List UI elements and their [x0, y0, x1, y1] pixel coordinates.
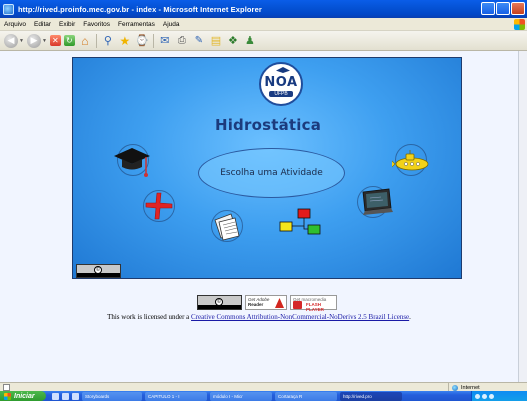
taskbar-button-label: CAPITULO 1 - I — [148, 393, 180, 399]
vertical-scrollbar[interactable] — [518, 51, 527, 382]
history-button[interactable]: ⌚ — [135, 34, 149, 48]
taskbar-button[interactable]: Storyboards — [82, 391, 142, 401]
menu-editar[interactable]: Editar — [30, 21, 55, 28]
edit-button[interactable]: ✎ — [192, 34, 206, 48]
favorites-button[interactable]: ★ — [118, 34, 132, 48]
menu-exibir[interactable]: Exibir — [55, 21, 79, 28]
cc-badge-strip — [77, 273, 120, 277]
choose-activity-label: Escolha uma Atividade — [220, 168, 323, 178]
logo-text: NOA — [264, 75, 298, 90]
print-button[interactable]: ⎙ — [175, 34, 189, 48]
laptop-activity-button[interactable] — [357, 186, 393, 218]
forward-dropdown-icon[interactable]: ▼ — [42, 38, 47, 44]
toolbar-separator — [95, 33, 97, 48]
creative-commons-badge[interactable]: © — [197, 295, 242, 310]
red-cross-activity-button[interactable] — [143, 190, 175, 222]
license-notice: This work is licensed under a Creative C… — [0, 313, 518, 321]
creative-commons-badge-small[interactable]: © — [76, 264, 121, 278]
diagram-activity-button[interactable] — [279, 206, 321, 238]
toolbar: ◀ ▼ ▶ ▼ ✕ ↻ ⌂ ⚲ ★ ⌚ ✉ ⎙ ✎ ▤ ❖ ♟ — [0, 31, 527, 51]
red-cross-icon — [145, 192, 173, 220]
stop-button[interactable]: ✕ — [49, 35, 61, 46]
flash-activity-stage[interactable]: NOA UFPB Hidrostática Escolha uma Ativid… — [72, 57, 462, 279]
taskbar-button-label: módulo I - Micr — [213, 393, 243, 399]
back-button[interactable]: ◀ — [4, 33, 18, 48]
windows-logo-icon — [514, 19, 525, 30]
diagram-blocks-icon — [279, 208, 321, 235]
taskbar-button[interactable]: módulo I - Micr — [210, 391, 272, 401]
messenger-button[interactable]: ♟ — [243, 34, 257, 48]
license-prefix: This work is licensed under a — [107, 313, 192, 321]
graduation-cap-logo-icon — [276, 67, 290, 73]
quick-launch-icon[interactable] — [72, 392, 79, 400]
documents-icon — [214, 213, 240, 241]
documents-activity-button[interactable] — [211, 210, 243, 242]
back-dropdown-icon[interactable]: ▼ — [19, 38, 24, 44]
internet-explorer-icon — [3, 3, 14, 15]
taskbar: Iniciar Storyboards CAPITULO 1 - I módul… — [0, 391, 527, 401]
zone-label: Internet — [461, 384, 480, 391]
tray-icon[interactable] — [489, 393, 494, 399]
tray-icon[interactable] — [482, 393, 487, 399]
research-button[interactable]: ❖ — [226, 34, 240, 48]
forward-button[interactable]: ▶ — [26, 33, 41, 48]
windows-flag-icon — [4, 392, 11, 400]
globe-icon — [452, 384, 458, 391]
graduation-cap-icon — [114, 148, 150, 177]
graduation-cap-activity-button[interactable] — [114, 144, 150, 177]
subject-title: Hidrostática — [214, 116, 322, 134]
menu-ajuda[interactable]: Ajuda — [159, 21, 184, 28]
choose-activity-prompt: Escolha uma Atividade — [198, 148, 345, 198]
toolbar-separator — [152, 33, 154, 48]
taskbar-button-label: http://rived.pro — [343, 393, 372, 399]
flash-logo-icon — [293, 301, 302, 309]
menu-ferramentas[interactable]: Ferramentas — [114, 21, 159, 28]
quick-launch-icon[interactable] — [62, 392, 69, 400]
submarine-icon — [392, 150, 429, 171]
page-content: NOA UFPB Hidrostática Escolha uma Ativid… — [0, 51, 518, 382]
taskbar-button-active[interactable]: http://rived.pro — [340, 391, 402, 401]
menu-arquivo[interactable]: Arquivo — [0, 21, 30, 28]
menu-favoritos[interactable]: Favoritos — [79, 21, 114, 28]
start-button[interactable]: Iniciar — [0, 391, 46, 401]
maximize-button[interactable] — [496, 2, 510, 15]
submarine-activity-button[interactable] — [392, 144, 429, 176]
refresh-button[interactable]: ↻ — [63, 35, 75, 46]
taskbar-button-label: Cortaraça R — [278, 393, 303, 399]
status-bar: Internet — [0, 382, 527, 392]
laptop-icon — [362, 188, 393, 215]
license-link[interactable]: Creative Commons Attribution-NonCommerci… — [191, 313, 409, 321]
cc-badge-strip — [198, 305, 241, 309]
system-tray — [471, 391, 527, 401]
logo-subtext: UFPB — [269, 91, 293, 97]
search-button[interactable]: ⚲ — [101, 34, 115, 48]
title-bar: http://rived.proinfo.mec.gov.br - index … — [0, 0, 527, 18]
tray-icon[interactable] — [475, 393, 480, 399]
close-button[interactable] — [511, 2, 525, 15]
taskbar-button[interactable]: CAPITULO 1 - I — [145, 391, 207, 401]
noa-logo: NOA UFPB — [259, 62, 303, 106]
plugin-badges: © Get Adobe Reader Get macromedia FLASH … — [197, 295, 337, 312]
taskbar-button-label: Storyboards — [85, 393, 110, 399]
menu-bar: Arquivo Editar Exibir Favoritos Ferramen… — [0, 18, 527, 31]
page-done-icon — [3, 384, 10, 391]
quick-launch — [52, 392, 79, 400]
license-suffix: . — [409, 313, 411, 321]
minimize-button[interactable] — [481, 2, 495, 15]
mail-button[interactable]: ✉ — [158, 34, 172, 48]
folder-button[interactable]: ▤ — [209, 34, 223, 48]
get-flash-player-badge[interactable]: Get macromedia FLASH PLAYER — [290, 295, 337, 312]
taskbar-button[interactable]: Cortaraça R — [275, 391, 337, 401]
start-label: Iniciar — [14, 392, 35, 400]
home-button[interactable]: ⌂ — [78, 34, 92, 48]
get-adobe-reader-badge[interactable]: Get Adobe Reader — [245, 295, 287, 310]
quick-launch-icon[interactable] — [52, 392, 59, 400]
window-title: http://rived.proinfo.mec.gov.br - index … — [18, 4, 262, 14]
window-controls — [481, 2, 525, 15]
